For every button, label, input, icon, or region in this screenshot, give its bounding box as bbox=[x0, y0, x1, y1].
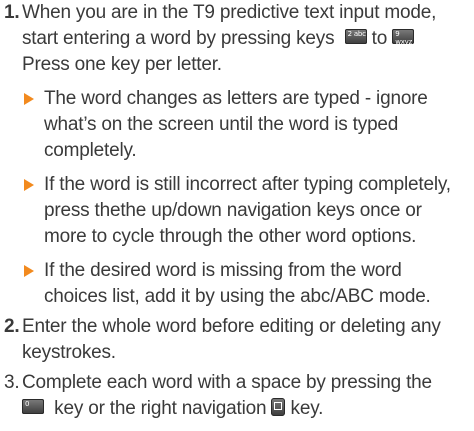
key-2-icon: 2 abc bbox=[344, 29, 367, 45]
key-2-glyph: 2 abc bbox=[347, 30, 366, 39]
bullet-2-line-1: If the word is still incorrect after typ… bbox=[44, 174, 451, 195]
bullet-2-line-2: press thethe up/down navigation keys onc… bbox=[44, 200, 422, 221]
step-1-line-2-to: to bbox=[371, 28, 388, 49]
bullet-3-line-2: choices list, add it by using the abc/AB… bbox=[44, 286, 431, 307]
document-page: 1. When you are in the T9 predictive tex… bbox=[0, 0, 474, 422]
bullet-arrow-icon bbox=[24, 93, 34, 105]
step-3-number: 3. bbox=[4, 372, 20, 393]
nav-key-glyph bbox=[274, 401, 283, 410]
step-3: 3. Complete each word with a space by pr… bbox=[0, 370, 474, 422]
nav-right-key-icon bbox=[271, 397, 286, 416]
step-1-line-3: Press one key per letter. bbox=[22, 54, 222, 75]
key-9-glyph: 9 wxyz bbox=[395, 30, 413, 47]
bullet-3: If the desired word is missing from the … bbox=[0, 258, 474, 310]
step-2-line-2: keystrokes. bbox=[22, 342, 116, 363]
step-1-line-2: start entering a word by pressing keys 2… bbox=[22, 26, 474, 52]
step-1-line-2-start: start entering a word by pressing keys bbox=[22, 28, 335, 49]
step-1-number: 1. bbox=[4, 2, 20, 23]
step-3-line-2: 0 key or the right navigation key. bbox=[22, 396, 474, 422]
key-9-icon: 9 wxyz bbox=[392, 29, 415, 47]
key-0-space-icon: 0 bbox=[22, 399, 44, 415]
step-1-line-1: When you are in the T9 predictive text i… bbox=[22, 2, 437, 23]
bullet-1-line-2: what’s on the screen until the word is t… bbox=[44, 114, 399, 135]
bullet-arrow-icon bbox=[24, 179, 34, 191]
step-3-line-1: Complete each word with a space by press… bbox=[22, 372, 432, 393]
step-3-line-2-end: key. bbox=[290, 398, 324, 419]
bullet-1: The word changes as letters are typed - … bbox=[0, 86, 474, 164]
step-1: 1. When you are in the T9 predictive tex… bbox=[0, 0, 474, 78]
step-2-number: 2. bbox=[4, 316, 20, 337]
step-2: 2. Enter the whole word before editing o… bbox=[0, 314, 474, 366]
bullet-1-line-1: The word changes as letters are typed - … bbox=[44, 88, 428, 109]
step-2-line-1: Enter the whole word before editing or d… bbox=[22, 316, 441, 337]
bullet-1-line-3: completely. bbox=[44, 140, 137, 161]
bullet-2: If the word is still incorrect after typ… bbox=[0, 172, 474, 250]
bullet-2-line-3: more to cycle through the other word opt… bbox=[44, 226, 417, 247]
bullet-arrow-icon bbox=[24, 265, 34, 277]
key-0-glyph: 0 bbox=[25, 400, 30, 409]
step-3-line-2-start: key or the right navigation bbox=[54, 398, 267, 419]
bullet-3-line-1: If the desired word is missing from the … bbox=[44, 260, 402, 281]
